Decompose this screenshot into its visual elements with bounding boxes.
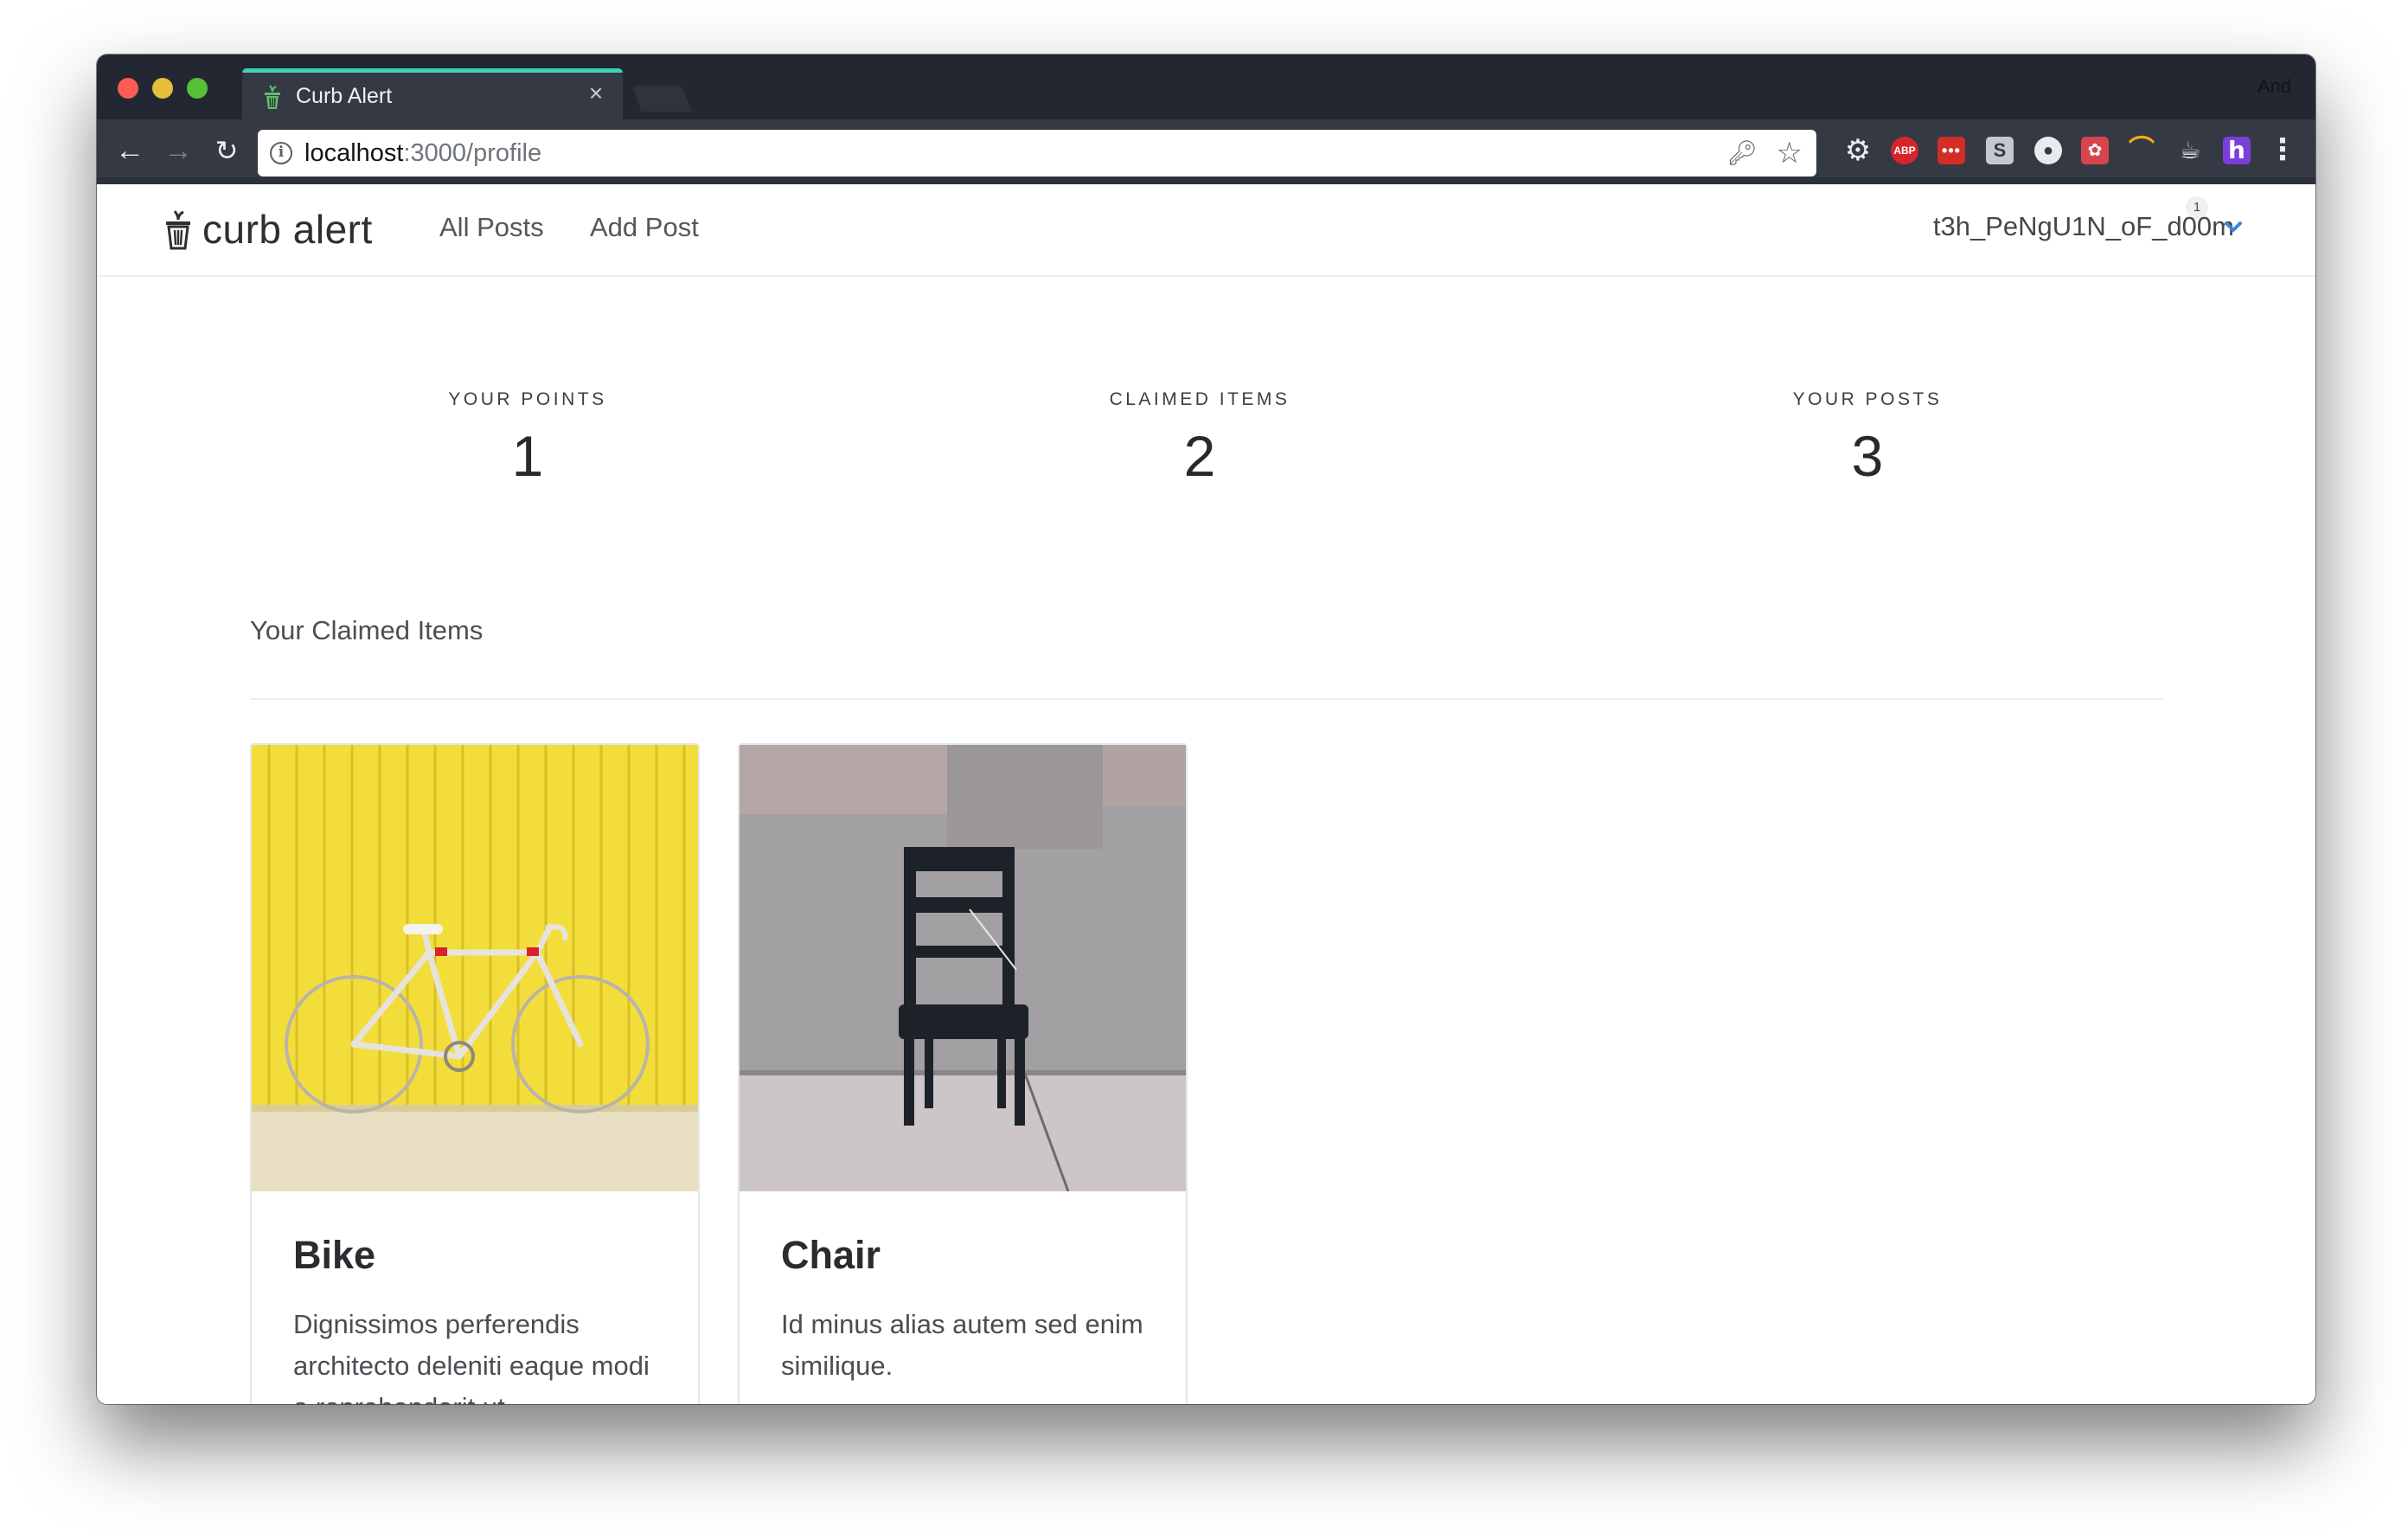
browser-window: Curb Alert × And ← → ↻ i localhost:3000/…: [97, 55, 2315, 1404]
stat-claimed-items: CLAIMED ITEMS 2: [1027, 388, 1373, 491]
cup-extension-icon[interactable]: ☕︎: [2176, 137, 2204, 164]
stat-value: 1: [511, 424, 544, 488]
stat-value: 2: [1183, 424, 1216, 488]
trash-can-favicon-icon: [265, 85, 280, 109]
claimed-item-card[interactable]: Chair Id minus alias autem sed enim simi…: [738, 743, 1188, 1404]
browser-toolbar: ← → ↻ i localhost:3000/profile 🔑︎ ☆ ⚙ AB…: [97, 119, 2315, 184]
reload-icon[interactable]: ↻: [209, 135, 244, 166]
trash-can-logo-icon: [166, 210, 190, 250]
nav-all-posts[interactable]: All Posts: [439, 212, 544, 243]
page-viewport: curb alert All Posts Add Post 1 t3h_PeNg…: [97, 184, 2315, 1404]
stat-your-points: YOUR POINTS 1: [355, 388, 701, 491]
chair-image[interactable]: [740, 745, 1186, 1191]
tab-close-icon[interactable]: ×: [583, 80, 609, 106]
app-navbar: curb alert All Posts Add Post 1 t3h_PeNg…: [97, 184, 2315, 277]
stat-label: YOUR POINTS: [448, 389, 607, 409]
tab-title: Curb Alert: [296, 84, 393, 108]
close-window-button[interactable]: [118, 78, 138, 99]
bike-image[interactable]: [252, 745, 698, 1191]
card-description: Dignissimos perferendis architecto delen…: [293, 1309, 650, 1404]
lastpass-extension-icon[interactable]: •••: [1937, 137, 1965, 164]
bookmark-star-icon[interactable]: ☆: [1777, 138, 1803, 169]
red-puzzle-extension-icon[interactable]: ✿: [2081, 137, 2109, 164]
section-divider: [250, 698, 2163, 700]
claimed-item-card[interactable]: Bike Dignissimos perferendis architecto …: [250, 743, 700, 1404]
tab-accent-bar: [242, 68, 623, 73]
password-key-icon[interactable]: 🔑︎: [1726, 138, 1758, 168]
gear-extension-icon[interactable]: ⚙: [1844, 136, 1872, 165]
brand-name: curb alert: [202, 207, 373, 252]
new-tab-button[interactable]: [631, 86, 692, 112]
section-title: Your Claimed Items: [250, 615, 484, 645]
user-menu-toggle[interactable]: t3h_PeNgU1N_oF_d00m: [1933, 211, 2234, 242]
address-bar[interactable]: i localhost:3000/profile 🔑︎ ☆: [258, 130, 1816, 176]
h-extension-icon[interactable]: h: [2223, 137, 2251, 164]
card-title[interactable]: Chair: [781, 1233, 881, 1278]
stat-value: 3: [1851, 424, 1884, 488]
url-host: localhost: [304, 139, 404, 167]
minimize-window-button[interactable]: [152, 78, 173, 99]
url-text[interactable]: localhost:3000/profile: [304, 139, 541, 167]
stat-label: CLAIMED ITEMS: [1109, 389, 1290, 409]
stat-your-posts: YOUR POSTS 3: [1694, 388, 2040, 491]
browser-profile-name[interactable]: And: [2258, 75, 2291, 98]
ghost-extension-icon[interactable]: ●: [2034, 137, 2062, 164]
forward-arrow-icon[interactable]: →: [161, 135, 195, 166]
rainbow-extension-icon[interactable]: ⌒: [2128, 137, 2155, 164]
adblock-extension-icon[interactable]: ABP: [1891, 137, 1918, 164]
back-arrow-icon[interactable]: ←: [112, 135, 147, 166]
site-info-icon[interactable]: i: [270, 142, 292, 164]
url-path: :3000/profile: [403, 139, 542, 167]
brand-logo[interactable]: curb alert: [164, 205, 373, 253]
card-title[interactable]: Bike: [293, 1233, 375, 1278]
nav-add-post[interactable]: Add Post: [590, 212, 699, 243]
card-description: Id minus alias autem sed enim similique.: [781, 1309, 1143, 1381]
stat-label: YOUR POSTS: [1792, 389, 1943, 409]
s-extension-icon[interactable]: S: [1986, 137, 2014, 164]
browser-tab-active[interactable]: Curb Alert ×: [242, 68, 623, 119]
maximize-window-button[interactable]: [187, 78, 208, 99]
tab-strip: Curb Alert × And: [97, 55, 2315, 119]
browser-menu-icon[interactable]: ⋮: [2268, 135, 2297, 164]
chevron-down-icon[interactable]: [2224, 217, 2243, 236]
